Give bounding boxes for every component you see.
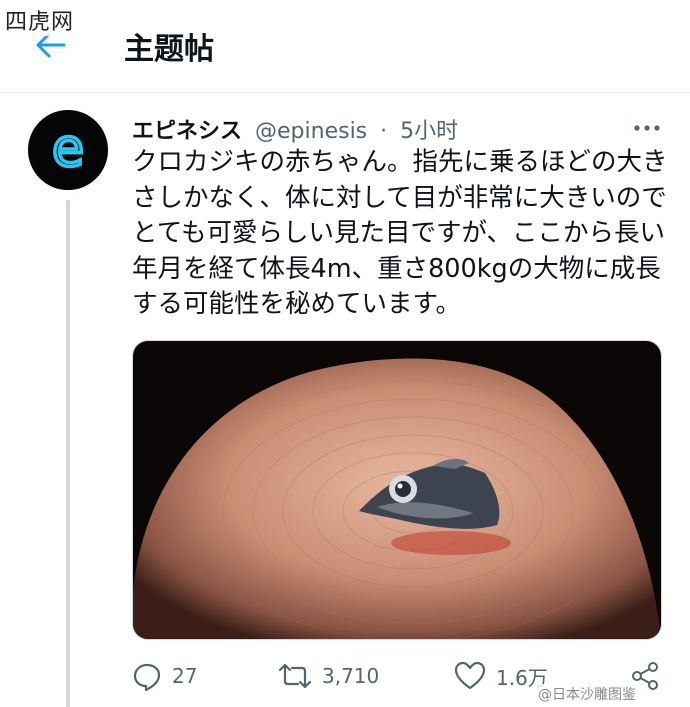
reply-button[interactable]: 27 (132, 656, 197, 696)
more-dots-icon (634, 125, 660, 131)
timestamp[interactable]: 5小时 (400, 119, 458, 144)
reply-count: 27 (172, 664, 198, 688)
tweet-text-line: とても可愛らしい見た目ですが、ここから長い (132, 218, 665, 249)
display-name[interactable]: エピネシス (132, 119, 242, 144)
tweet-text-line: する可能性を秘めています。 (132, 289, 461, 320)
fish-on-fingertip-image (133, 341, 661, 639)
thread-line (66, 200, 70, 707)
tweet-text: クロカジキの赤ちゃん。指先に乗るほどの大き さしかなく、体に対して目が非常に大き… (132, 145, 672, 323)
tweet-photo[interactable] (132, 340, 662, 640)
tweet-text-line: 年月を経て体長4m、重さ800kgの大物に成長 (132, 253, 661, 284)
tweet-author-row: エピネシス @epinesis · 5小时 (132, 113, 458, 145)
separator-dot: · (380, 119, 388, 144)
watermark-bottom: @日本沙雕图鉴 (538, 684, 636, 704)
top-bar: 主题帖 (0, 0, 690, 93)
retweet-count: 3,710 (322, 664, 380, 688)
avatar[interactable]: e (28, 110, 108, 190)
retweet-button[interactable]: 3,710 (278, 656, 379, 696)
like-button[interactable]: 1.6万 (454, 656, 548, 696)
tweet-text-line: さしかなく、体に対して目が非常に大きいので (132, 182, 667, 213)
avatar-letter: e (52, 119, 84, 179)
more-button[interactable] (632, 118, 662, 138)
page-title: 主题帖 (124, 32, 214, 67)
watermark-top: 四虎网 (2, 4, 78, 36)
reply-icon (133, 663, 161, 691)
retweet-icon (278, 663, 312, 689)
heart-icon (454, 661, 486, 690)
tweet-text-line: クロカジキの赤ちゃん。指先に乗るほどの大き (132, 147, 668, 177)
handle[interactable]: @epinesis (255, 119, 367, 144)
